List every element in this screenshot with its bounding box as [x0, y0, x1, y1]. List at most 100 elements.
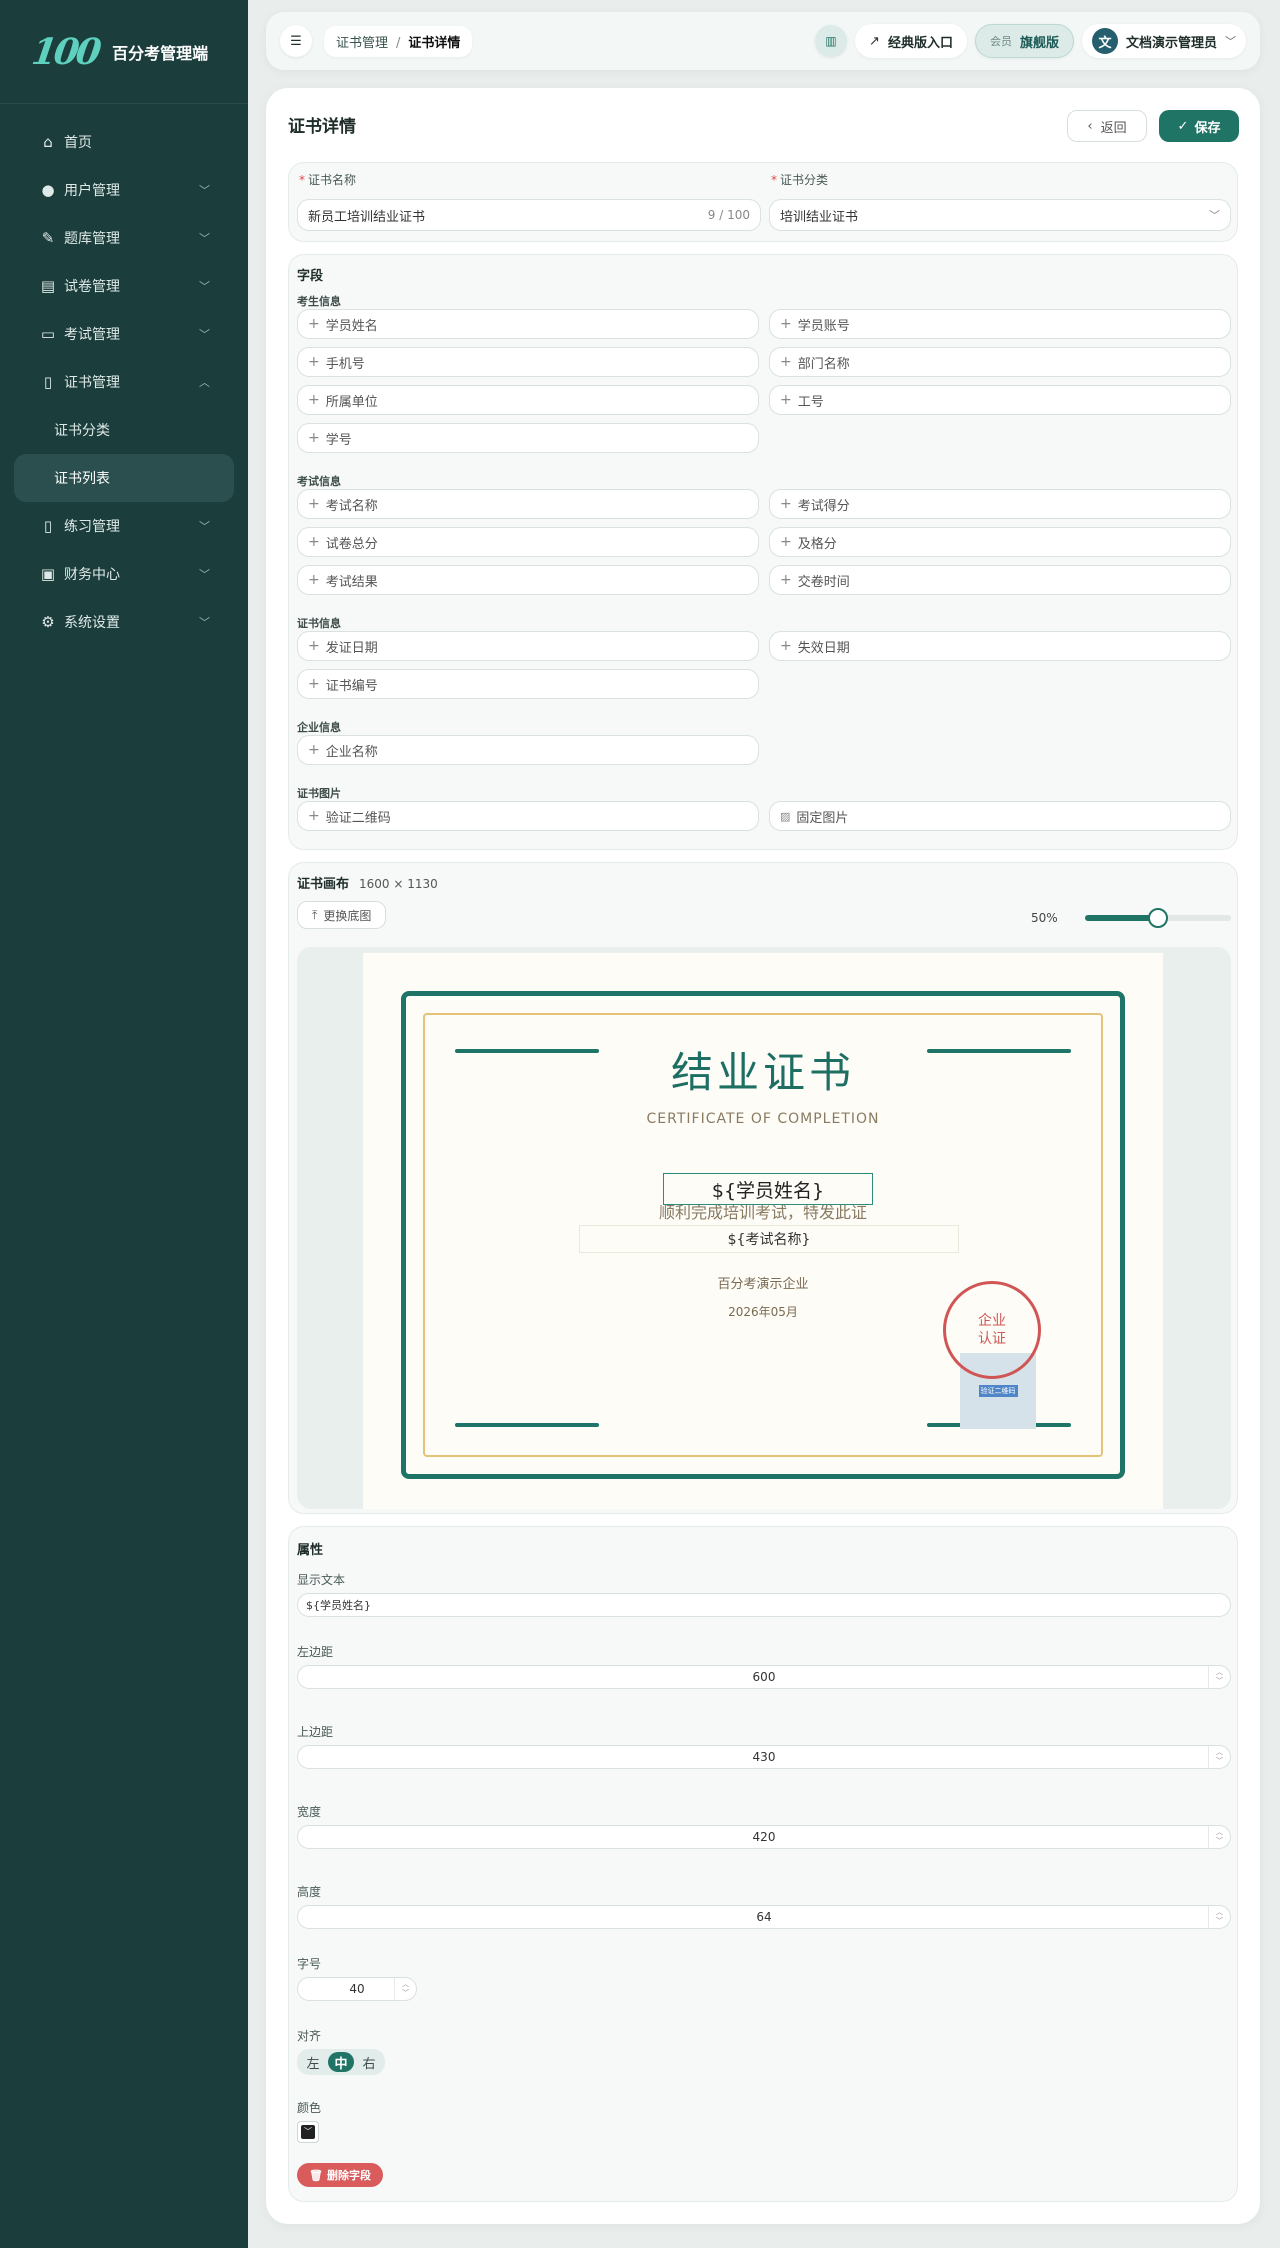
- delete-field-button[interactable]: 🗑 删除字段: [297, 2163, 383, 2187]
- breadcrumb: 证书管理 / 证书详情: [324, 25, 473, 57]
- chevron-down-icon: ﹀: [199, 520, 210, 533]
- field-chip-label: 验证二维码: [325, 810, 391, 826]
- category-value: 培训结业证书: [780, 209, 859, 225]
- field-chip[interactable]: + 工号: [769, 385, 1231, 415]
- font-size-input[interactable]: 40 ︿ ﹀: [297, 1977, 417, 2001]
- sidebar-item-cert-list[interactable]: 证书列表: [14, 454, 234, 502]
- sidebar-item-question-bank[interactable]: ✎ 题库管理 ﹀: [14, 214, 234, 262]
- field-chip[interactable]: ▨ 固定图片: [769, 801, 1231, 831]
- field-chip-label: 企业名称: [325, 744, 378, 760]
- menu-toggle-button[interactable]: ☰: [280, 25, 312, 57]
- width-value: 420: [752, 1830, 776, 1844]
- height-input[interactable]: 64 ︿ ﹀: [297, 1905, 1231, 1929]
- field-chip[interactable]: + 学员姓名: [297, 309, 759, 339]
- exam-name-field[interactable]: ${考试名称}: [579, 1225, 959, 1253]
- field-chip[interactable]: + 验证二维码: [297, 801, 759, 831]
- plus-icon: +: [780, 392, 792, 408]
- sidebar-item-practice[interactable]: ▯ 练习管理 ﹀: [14, 502, 234, 550]
- field-chip[interactable]: + 证书编号: [297, 669, 759, 699]
- plus-icon: +: [780, 572, 792, 588]
- certificate-subtitle[interactable]: CERTIFICATE OF COMPLETION: [363, 1111, 1163, 1127]
- width-input[interactable]: 420 ︿ ﹀: [297, 1825, 1231, 1849]
- back-button[interactable]: ‹ 返回: [1067, 110, 1147, 142]
- sidebar-item-home[interactable]: ⌂ 首页: [14, 118, 234, 166]
- classic-entry-button[interactable]: ↗ 经典版入口: [855, 24, 967, 58]
- plus-icon: +: [308, 676, 320, 692]
- sidebar-item-exams[interactable]: ▭ 考试管理 ﹀: [14, 310, 234, 358]
- field-chip[interactable]: + 考试得分: [769, 489, 1231, 519]
- company-name-field[interactable]: 百分考演示企业: [363, 1273, 1163, 1292]
- chevron-left-icon: ‹: [1087, 118, 1093, 134]
- text-label: 显示文本: [297, 1573, 346, 1587]
- sidebar-item-papers[interactable]: ▤ 试卷管理 ﹀: [14, 262, 234, 310]
- stepper-icon[interactable]: ︿ ﹀: [1208, 1906, 1230, 1928]
- company-seal[interactable]: 企业 认证: [943, 1281, 1041, 1379]
- back-label: 返回: [1100, 120, 1127, 136]
- logo[interactable]: 100 百分考管理端: [0, 0, 248, 104]
- membership-badge[interactable]: 会员 旗舰版: [974, 24, 1074, 58]
- top-input[interactable]: 430 ︿ ﹀: [297, 1745, 1231, 1769]
- field-chip[interactable]: + 交卷时间: [769, 565, 1231, 595]
- group-title: 证书信息: [297, 617, 341, 630]
- stepper-icon[interactable]: ︿ ﹀: [394, 1978, 416, 2000]
- field-chip[interactable]: + 手机号: [297, 347, 759, 377]
- certificate-canvas[interactable]: 结业证书 CERTIFICATE OF COMPLETION 顺利完成培训考试，…: [363, 953, 1163, 1509]
- presentation-icon: ▭: [40, 325, 56, 343]
- sidebar-item-label: 用户管理: [64, 183, 120, 199]
- external-link-icon: ↗: [869, 33, 880, 49]
- logo-mark: 100: [29, 30, 102, 73]
- color-picker[interactable]: ﹀: [297, 2121, 319, 2143]
- stepper-icon[interactable]: ︿ ﹀: [1208, 1826, 1230, 1848]
- book-button[interactable]: ▥: [815, 25, 848, 57]
- field-chip-label: 学号: [325, 432, 352, 448]
- field-chip-label: 固定图片: [796, 810, 849, 826]
- align-right-option[interactable]: 右: [356, 2052, 382, 2072]
- student-name-field[interactable]: ${学员姓名}: [663, 1173, 873, 1205]
- field-chip[interactable]: + 及格分: [769, 527, 1231, 557]
- certificate-title[interactable]: 结业证书: [363, 1039, 1163, 1100]
- zoom-slider-handle[interactable]: [1148, 908, 1168, 928]
- save-button[interactable]: ✓ 保存: [1159, 110, 1239, 142]
- breadcrumb-item[interactable]: 证书管理: [336, 36, 388, 51]
- stepper-icon[interactable]: ︿ ﹀: [1208, 1746, 1230, 1768]
- name-input[interactable]: 新员工培训结业证书 9 / 100: [297, 199, 761, 231]
- align-toggle: 左 中 右: [297, 2049, 385, 2075]
- field-chip-label: 部门名称: [797, 356, 850, 372]
- category-select[interactable]: 培训结业证书 ﹀: [769, 199, 1231, 231]
- font-size-value: 40: [349, 1982, 365, 1996]
- save-label: 保存: [1194, 120, 1221, 136]
- document-icon: ▯: [43, 373, 53, 391]
- display-text-input[interactable]: ${学员姓名}: [297, 1593, 1231, 1617]
- field-chip[interactable]: + 所属单位: [297, 385, 759, 415]
- plus-icon: +: [308, 496, 320, 512]
- sidebar-item-settings[interactable]: ⚙ 系统设置 ﹀: [14, 598, 234, 646]
- user-menu[interactable]: 文文档演示管理员 ﹀: [1081, 24, 1246, 58]
- align-center-option[interactable]: 中: [328, 2052, 354, 2072]
- sidebar-item-finance[interactable]: ▣ 财务中心 ﹀: [14, 550, 234, 598]
- fields-title: 字段: [297, 269, 324, 284]
- field-chip[interactable]: + 企业名称: [297, 735, 759, 765]
- left-input[interactable]: 600 ︿ ﹀: [297, 1665, 1231, 1689]
- field-chip[interactable]: + 失效日期: [769, 631, 1231, 661]
- name-label-text: 证书名称: [308, 173, 357, 187]
- plus-icon: +: [780, 354, 792, 370]
- field-chip[interactable]: + 发证日期: [297, 631, 759, 661]
- sidebar-item-cert-category[interactable]: 证书分类: [14, 406, 234, 454]
- align-left-option[interactable]: 左: [300, 2052, 326, 2072]
- sidebar-item-certificates[interactable]: ▯ 证书管理 ︿: [14, 358, 234, 406]
- topbar: ☰ 证书管理 / 证书详情 ▥ ↗ 经典版入口 会员 旗舰版 文文档演示管理员 ﹀: [266, 12, 1260, 70]
- sidebar-item-users[interactable]: ● 用户管理 ﹀: [14, 166, 234, 214]
- field-chip[interactable]: + 考试结果: [297, 565, 759, 595]
- group-title: 考试信息: [297, 475, 341, 488]
- field-chip[interactable]: + 部门名称: [769, 347, 1231, 377]
- field-chip[interactable]: + 考试名称: [297, 489, 759, 519]
- replace-background-button[interactable]: ⤒ 更换底图: [297, 901, 387, 929]
- issue-date-field[interactable]: 2026年05月: [363, 1303, 1163, 1320]
- zoom-slider[interactable]: [1085, 908, 1231, 928]
- field-chip[interactable]: + 学员账号: [769, 309, 1231, 339]
- layers-icon: ▤: [40, 277, 56, 295]
- field-chip-label: 试卷总分: [325, 536, 378, 552]
- stepper-icon[interactable]: ︿ ﹀: [1208, 1666, 1230, 1688]
- field-chip[interactable]: + 学号: [297, 423, 759, 453]
- field-chip[interactable]: + 试卷总分: [297, 527, 759, 557]
